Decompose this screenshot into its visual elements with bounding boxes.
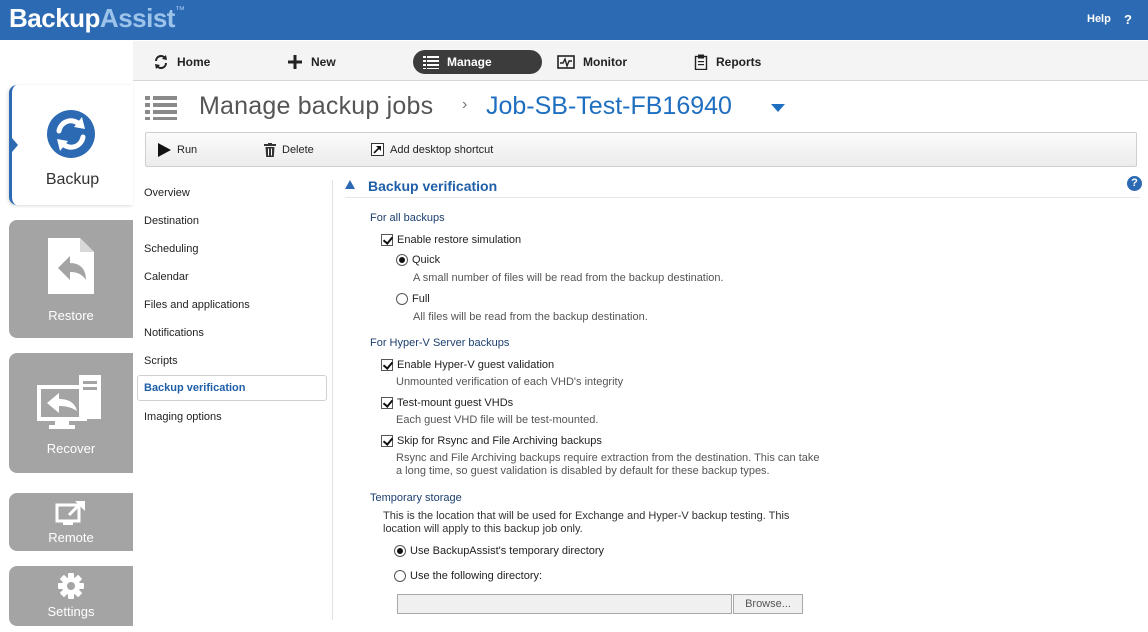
group-heading-all-backups: For all backups bbox=[370, 212, 445, 224]
checkbox-box[interactable] bbox=[381, 435, 393, 447]
active-tile-pointer bbox=[12, 138, 18, 152]
main-nav: Home New Manage Monitor Reports bbox=[133, 40, 1148, 81]
section-help-icon[interactable]: ? bbox=[1127, 176, 1142, 191]
side-nav-item-calendar[interactable]: Calendar bbox=[137, 264, 327, 290]
nav-reports[interactable]: Reports bbox=[694, 50, 761, 74]
radio-circle[interactable] bbox=[396, 293, 408, 305]
nav-label: Monitor bbox=[583, 55, 627, 69]
sidebar-tile-settings[interactable]: Settings bbox=[9, 566, 133, 626]
quick-radio[interactable]: Quick bbox=[396, 254, 440, 266]
side-nav-item-destination[interactable]: Destination bbox=[137, 208, 327, 234]
enable-hyperv-guest-validation-checkbox[interactable]: Enable Hyper-V guest validation bbox=[381, 359, 554, 371]
top-bar: BackupAssist™ Help ? bbox=[0, 0, 1148, 40]
help-link[interactable]: Help bbox=[1087, 13, 1111, 25]
sidebar-tile-recover[interactable]: Recover bbox=[9, 353, 133, 473]
skip-description-line-1: Rsync and File Archiving backups require… bbox=[396, 452, 820, 464]
sidebar-tile-label: Backup bbox=[45, 171, 100, 188]
add-desktop-shortcut-button[interactable]: Add desktop shortcut bbox=[371, 143, 493, 156]
run-button[interactable]: Run bbox=[157, 143, 197, 157]
quick-description: A small number of files will be read fro… bbox=[413, 272, 724, 284]
side-nav-item-notifications[interactable]: Notifications bbox=[137, 320, 327, 346]
temp-storage-description-line-2: location will apply to this backup job o… bbox=[383, 523, 583, 535]
nav-label: Manage bbox=[447, 55, 492, 69]
trash-icon bbox=[264, 143, 276, 157]
nav-home[interactable]: Home bbox=[153, 50, 210, 74]
nav-monitor[interactable]: Monitor bbox=[557, 50, 627, 74]
nav-manage[interactable]: Manage bbox=[413, 50, 542, 74]
sidebar-tile-label: Restore bbox=[48, 308, 94, 323]
shortcut-icon bbox=[371, 143, 384, 156]
skip-description-line-2: a long time, so guest validation is disa… bbox=[396, 465, 770, 477]
group-heading-temporary-storage: Temporary storage bbox=[370, 492, 462, 504]
temp-storage-description-line-1: This is the location that will be used f… bbox=[383, 510, 790, 522]
recover-icon bbox=[37, 375, 101, 429]
checkbox-box[interactable] bbox=[381, 359, 393, 371]
full-radio[interactable]: Full bbox=[396, 293, 430, 305]
list-icon bbox=[423, 56, 439, 69]
monitor-icon bbox=[557, 55, 575, 69]
gear-icon bbox=[58, 573, 84, 599]
job-name-title[interactable]: Job-SB-Test-FB16940 bbox=[486, 92, 732, 121]
side-nav-item-scripts[interactable]: Scripts bbox=[137, 348, 327, 374]
side-nav-item-scheduling[interactable]: Scheduling bbox=[137, 236, 327, 262]
clipboard-icon bbox=[694, 54, 708, 70]
use-temp-directory-radio[interactable]: Use BackupAssist's temporary directory bbox=[394, 545, 604, 557]
refresh-icon bbox=[155, 55, 167, 69]
checkbox-box[interactable] bbox=[381, 397, 393, 409]
checkbox-box[interactable] bbox=[381, 234, 393, 246]
side-nav-item-imaging-options[interactable]: Imaging options bbox=[137, 404, 327, 430]
sidebar-tile-remote[interactable]: Remote bbox=[9, 493, 133, 551]
test-mount-guest-vhds-checkbox[interactable]: Test-mount guest VHDs bbox=[381, 397, 513, 409]
radio-circle[interactable] bbox=[394, 545, 406, 557]
sidebar-tile-label: Remote bbox=[48, 530, 94, 545]
remote-icon bbox=[55, 501, 85, 525]
skip-rsync-file-archiving-checkbox[interactable]: Skip for Rsync and File Archiving backup… bbox=[381, 435, 602, 447]
radio-circle[interactable] bbox=[394, 570, 406, 582]
side-nav-item-files-and-applications[interactable]: Files and applications bbox=[137, 292, 327, 318]
section-header: Backup verification bbox=[345, 176, 1140, 198]
sidebar-tile-restore[interactable]: Restore bbox=[9, 220, 133, 338]
left-sidebar: Backup Restore Recover Remote Settings bbox=[0, 40, 133, 632]
job-dropdown-caret-icon[interactable] bbox=[771, 104, 785, 112]
test-mount-description: Each guest VHD file will be test-mounted… bbox=[396, 414, 599, 426]
directory-input[interactable] bbox=[397, 594, 732, 614]
backup-sync-icon bbox=[47, 110, 95, 158]
help-question-icon[interactable]: ? bbox=[1124, 12, 1132, 27]
nav-new[interactable]: New bbox=[287, 50, 336, 74]
enable-restore-simulation-checkbox[interactable]: Enable restore simulation bbox=[381, 234, 521, 246]
sidebar-tile-label: Settings bbox=[47, 604, 95, 619]
plus-icon bbox=[288, 55, 302, 69]
page-title: Manage backup jobs bbox=[199, 92, 434, 120]
delete-button[interactable]: Delete bbox=[264, 143, 314, 157]
group-heading-hyperv: For Hyper-V Server backups bbox=[370, 337, 510, 349]
collapse-triangle-icon[interactable] bbox=[345, 180, 355, 189]
use-following-directory-radio[interactable]: Use the following directory: bbox=[394, 570, 542, 582]
play-icon bbox=[158, 143, 171, 157]
restore-icon bbox=[48, 238, 94, 294]
job-toolbar: Run Delete Add desktop shortcut bbox=[145, 132, 1137, 167]
browse-button[interactable]: Browse... bbox=[733, 594, 803, 614]
full-description: All files will be read from the backup d… bbox=[413, 311, 648, 323]
nav-label: Reports bbox=[716, 55, 762, 69]
section-title: Backup verification bbox=[368, 178, 498, 194]
side-nav-item-backup-verification[interactable]: Backup verification bbox=[137, 375, 327, 401]
nav-label: New bbox=[311, 55, 336, 69]
nav-label: Home bbox=[177, 55, 211, 69]
manage-list-icon bbox=[145, 96, 177, 120]
settings-side-nav: Overview Destination Scheduling Calendar… bbox=[137, 180, 333, 620]
sidebar-tile-label: Recover bbox=[46, 441, 96, 456]
side-nav-item-overview[interactable]: Overview bbox=[137, 180, 327, 206]
guest-validation-description: Unmounted verification of each VHD's int… bbox=[396, 376, 624, 388]
breadcrumb-separator: › bbox=[462, 96, 468, 113]
sidebar-tile-backup[interactable]: Backup bbox=[9, 85, 133, 205]
radio-circle[interactable] bbox=[396, 254, 408, 266]
app-logo: BackupAssist™ bbox=[9, 3, 185, 33]
